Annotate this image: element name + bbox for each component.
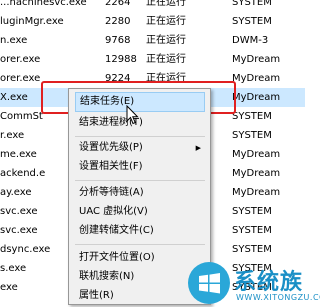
process-name: ay.exe xyxy=(0,187,32,198)
process-name: n.exe xyxy=(0,35,28,46)
menu-item-label: 分析等待链(A) xyxy=(79,187,144,198)
process-status: 正在运行 xyxy=(146,35,186,46)
process-name: s.exe xyxy=(0,263,27,274)
process-user: MyDream xyxy=(232,149,281,160)
process-user: SYSTEM xyxy=(232,0,272,8)
table-row[interactable]: luginMgr.exe 2280 正在运行 SYSTEM xyxy=(0,12,305,31)
process-user: SYSTEM xyxy=(232,244,272,255)
process-user: MyDream xyxy=(232,73,281,84)
menu-item-label: 创建转储文件(C) xyxy=(79,225,154,236)
menu-item-analyze-wait-chain[interactable]: 分析等待链(A) xyxy=(75,183,205,203)
menu-item-properties[interactable]: 属性(R) xyxy=(75,286,205,306)
menu-item-end-task[interactable]: 结束任务(E) xyxy=(75,92,205,112)
submenu-arrow-icon: ▶ xyxy=(195,144,201,152)
process-name: svc.exe xyxy=(0,225,38,236)
menu-item-uac-virtualization[interactable]: UAC 虚拟化(V) xyxy=(75,202,205,222)
menu-item-label: 设置优先级(P) xyxy=(79,142,143,153)
process-status: 正在运行 xyxy=(146,16,186,27)
process-user: SYSTEM xyxy=(232,111,272,122)
process-name: ackend.e xyxy=(0,168,46,179)
process-user: MyDream xyxy=(232,54,281,65)
process-user: SYSTEM xyxy=(232,206,272,217)
table-row[interactable]: n.exe 9768 正在运行 DWM-3 xyxy=(0,31,305,50)
windows-logo-icon xyxy=(188,262,230,304)
process-name: dsync.exe xyxy=(0,244,51,255)
process-user: MyDream xyxy=(232,92,281,103)
process-name: orer.exe xyxy=(0,73,41,84)
menu-separator xyxy=(75,244,205,245)
process-user: DWM-3 xyxy=(232,35,269,46)
process-name: luginMgr.exe xyxy=(0,16,64,27)
menu-separator xyxy=(75,136,205,137)
process-name: r.exe xyxy=(0,130,25,141)
process-user: MyDream xyxy=(232,187,281,198)
mouse-cursor-icon xyxy=(126,105,139,125)
menu-item-set-affinity[interactable]: 设置相关性(F) xyxy=(75,157,205,177)
process-name: exe xyxy=(0,282,18,293)
menu-item-label: 设置相关性(F) xyxy=(79,161,143,172)
process-name: me.exe xyxy=(0,149,37,160)
process-pid: 2280 xyxy=(105,16,131,27)
process-user: SYSTEM xyxy=(232,16,272,27)
process-status: 正在运行 xyxy=(146,0,186,8)
watermark-url: WWW.XITONGZU.COM xyxy=(236,293,320,302)
menu-item-open-file-location[interactable]: 打开文件位置(O) xyxy=(75,248,205,268)
process-name: X.exe xyxy=(0,92,28,103)
process-pid: 12988 xyxy=(105,54,137,65)
watermark: 系统族 WWW.XITONGZU.COM xyxy=(188,262,320,305)
menu-item-search-online[interactable]: 联机搜索(N) xyxy=(75,267,205,287)
menu-item-end-process-tree[interactable]: 结束进程树(T) xyxy=(75,113,205,133)
menu-item-set-priority[interactable]: 设置优先级(P) ▶ xyxy=(75,138,205,158)
process-name: orer.exe xyxy=(0,54,41,65)
process-name: CommSt xyxy=(0,111,43,122)
process-user: SYSTEM xyxy=(232,225,272,236)
process-pid: 9768 xyxy=(105,35,131,46)
process-user: SYSTEM xyxy=(232,130,272,141)
process-pid: 2264 xyxy=(105,0,131,8)
menu-separator xyxy=(75,180,205,181)
table-row[interactable]: orer.exe 12988 正在运行 MyDream xyxy=(0,50,305,69)
menu-item-label: UAC 虚拟化(V) xyxy=(79,206,148,217)
menu-item-label: 联机搜索(N) xyxy=(79,271,135,282)
menu-item-label: 属性(R) xyxy=(79,290,114,301)
menu-item-label: 打开文件位置(O) xyxy=(79,252,155,263)
process-name: ...nachinesvc.exe xyxy=(0,0,87,8)
process-status: 正在运行 xyxy=(146,54,186,65)
process-name: svc.exe xyxy=(0,206,38,217)
watermark-text: 系统族 xyxy=(234,270,304,295)
process-user: MyDream xyxy=(232,168,281,179)
menu-item-create-dump-file[interactable]: 创建转储文件(C) xyxy=(75,221,205,241)
table-row[interactable]: ...nachinesvc.exe 2264 正在运行 SYSTEM xyxy=(0,0,305,12)
